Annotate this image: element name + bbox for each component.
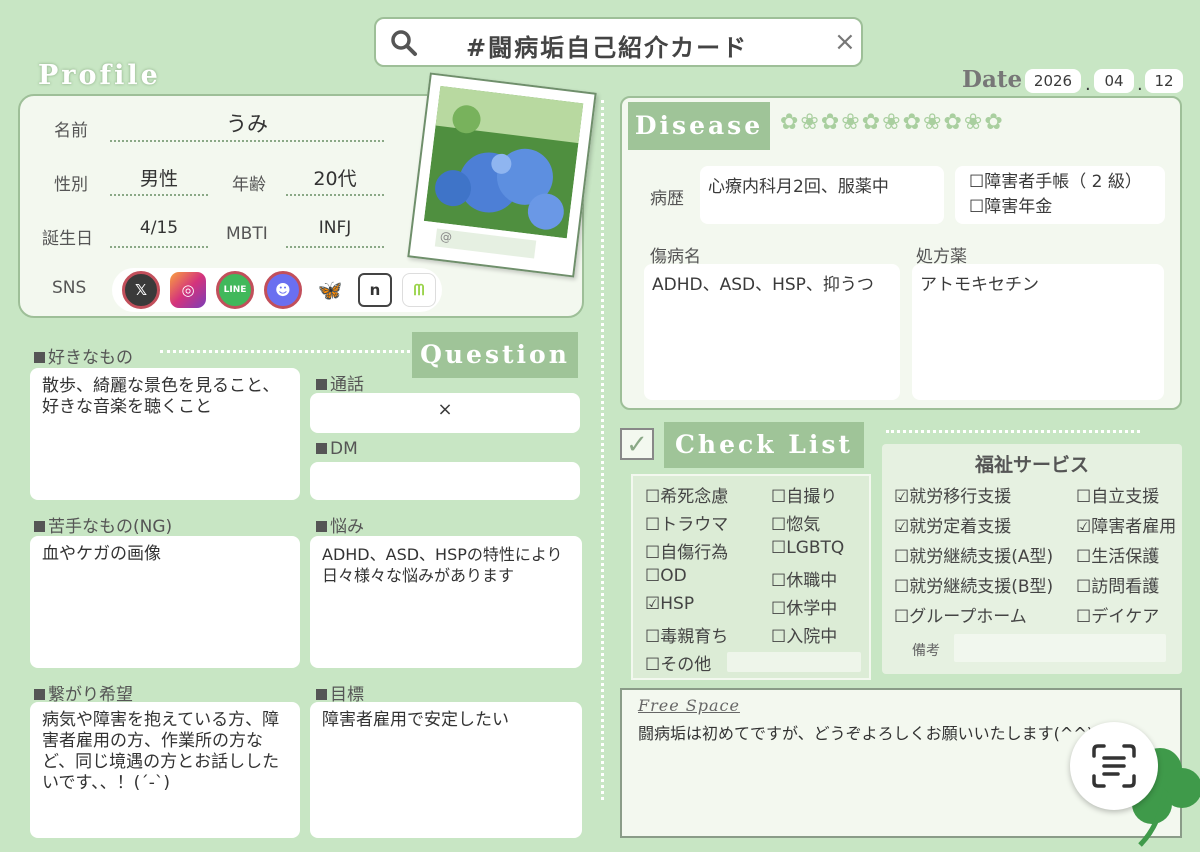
checklist-left: ☐希死念慮 ☐トラウマ ☐自傷行為 ☐OD ☑HSP ☐毒親育ち ☐その他: [645, 482, 728, 678]
history-label: 病歴: [650, 189, 684, 209]
flower-decoration: ✿❀✿❀✿❀✿❀✿❀✿: [780, 110, 1005, 135]
ng-heading: 苦手なもの(NG): [34, 512, 172, 537]
other-input[interactable]: [727, 652, 861, 672]
welfare-item[interactable]: ☐デイケア: [1076, 602, 1176, 632]
disease-card: Disease ✿❀✿❀✿❀✿❀✿❀✿ 病歴 心療内科月2回、服薬中 ☐障害者手…: [620, 96, 1182, 410]
line-icon[interactable]: LINE: [216, 271, 254, 309]
history-box: 心療内科月2回、服薬中: [700, 166, 944, 224]
hydrangea-photo: [423, 85, 584, 239]
worry-box: ADHD、ASD、HSPの特性により日々様々な悩みがあります: [310, 536, 582, 668]
mbti-value: INFJ: [286, 218, 384, 248]
sns-icons: 𝕏 ◎ LINE ☻ 🦋 n ᗰ: [112, 268, 442, 312]
free-space-heading: Free Space: [638, 696, 740, 715]
check-item[interactable]: ☐希死念慮: [645, 482, 728, 510]
photo-handle: @: [434, 228, 537, 259]
birthday-value: 4/15: [110, 218, 208, 248]
profile-heading: Profile: [38, 60, 161, 91]
date-year: 2026: [1025, 69, 1081, 93]
welfare-box: 福祉サービス ☑就労移行支援 ☑就労定着支援 ☐就労継続支援(A型) ☐就労継続…: [882, 444, 1182, 674]
check-item[interactable]: ☐自傷行為: [645, 538, 728, 566]
sns-label: SNS: [52, 278, 87, 298]
note-icon[interactable]: n: [358, 273, 392, 307]
welfare-left: ☑就労移行支援 ☑就労定着支援 ☐就労継続支援(A型) ☐就労継続支援(B型) …: [894, 482, 1053, 632]
discord-icon[interactable]: ☻: [264, 271, 302, 309]
welfare-item[interactable]: ☑就労移行支援: [894, 482, 1053, 512]
notes-input[interactable]: [954, 634, 1166, 662]
disease-heading: Disease: [628, 102, 770, 150]
misskey-icon[interactable]: ᗰ: [402, 273, 436, 307]
search-text: #闘病垢自己紹介カード: [466, 34, 749, 62]
check-item[interactable]: ☐毒親育ち: [645, 622, 728, 650]
age-value: 20代: [286, 164, 384, 196]
check-item[interactable]: ☐LGBTQ: [771, 538, 844, 566]
close-icon[interactable]: ×: [834, 27, 856, 57]
date-day: 12: [1145, 69, 1183, 93]
search-bar[interactable]: #闘病垢自己紹介カード ×: [374, 17, 863, 67]
search-icon: [391, 30, 417, 56]
divider: [886, 430, 1140, 433]
check-item[interactable]: ☑HSP: [645, 594, 728, 622]
check-item[interactable]: ☐その他: [645, 650, 728, 678]
connect-box: 病気や障害を抱えている方、障害者雇用の方、作業所の方など、同じ境遇の方とお話しし…: [30, 702, 300, 838]
checklist-box: ☐希死念慮 ☐トラウマ ☐自傷行為 ☐OD ☑HSP ☐毒親育ち ☐その他 ☐自…: [631, 474, 871, 680]
date-sep: .: [1137, 74, 1143, 95]
check-item[interactable]: ☐入院中: [771, 622, 844, 650]
likes-heading: 好きなもの: [34, 343, 133, 368]
certificate-box: ☐障害者手帳（ 2 級） ☐障害年金: [955, 166, 1165, 224]
gender-value: 男性: [110, 164, 208, 196]
welfare-item[interactable]: ☑就労定着支援: [894, 512, 1053, 542]
checkbox-icon: ✓: [620, 428, 654, 460]
x-icon[interactable]: 𝕏: [122, 271, 160, 309]
likes-box: 散歩、綺麗な景色を見ること、好きな音楽を聴くこと: [30, 368, 300, 500]
birthday-label: 誕生日: [42, 229, 93, 249]
check-item[interactable]: ☐OD: [645, 566, 728, 594]
date-sep: .: [1085, 74, 1091, 95]
checklist-right: ☐自撮り ☐惚気 ☐LGBTQ ☐休職中 ☐休学中 ☐入院中: [771, 482, 844, 650]
pension-check[interactable]: ☐障害年金: [969, 195, 1151, 220]
ng-box: 血やケガの画像: [30, 536, 300, 668]
check-item[interactable]: ☐自撮り: [771, 482, 844, 510]
age-label: 年齢: [232, 175, 266, 195]
dm-box: [310, 462, 580, 500]
welfare-right: ☐自立支援 ☑障害者雇用 ☐生活保護 ☐訪問看護 ☐デイケア: [1076, 482, 1176, 632]
date-month: 04: [1094, 69, 1134, 93]
name-value: うみ: [110, 108, 384, 142]
welfare-item[interactable]: ☐グループホーム: [894, 602, 1053, 632]
check-item[interactable]: ☐惚気: [771, 510, 844, 538]
instagram-icon[interactable]: ◎: [170, 272, 206, 308]
welfare-item[interactable]: ☐生活保護: [1076, 542, 1176, 572]
scan-button[interactable]: [1070, 722, 1158, 810]
goal-box: 障害者雇用で安定したい: [310, 702, 582, 838]
welfare-item[interactable]: ☐自立支援: [1076, 482, 1176, 512]
check-item[interactable]: ☐休学中: [771, 594, 844, 622]
date-label: Date: [962, 66, 1023, 93]
call-box: ×: [310, 393, 580, 433]
diagnosis-box: ADHD、ASD、HSP、抑うつ: [644, 264, 900, 400]
profile-photo-frame: @: [407, 72, 597, 278]
mbti-label: MBTI: [226, 224, 268, 244]
gender-label: 性別: [54, 175, 88, 195]
notes-label: 備考: [912, 643, 940, 659]
check-item[interactable]: ☐休職中: [771, 566, 844, 594]
text-scan-icon: [1092, 744, 1136, 788]
welfare-item[interactable]: ☐訪問看護: [1076, 572, 1176, 602]
medication-box: アトモキセチン: [912, 264, 1164, 400]
check-item[interactable]: ☐トラウマ: [645, 510, 728, 538]
checklist-heading: Check List: [664, 422, 864, 468]
call-heading: 通話: [316, 370, 364, 395]
welfare-item[interactable]: ☐就労継続支援(B型): [894, 572, 1053, 602]
question-heading: Question: [412, 332, 578, 378]
welfare-heading: 福祉サービス: [974, 454, 1089, 476]
worry-heading: 悩み: [316, 512, 364, 537]
name-label: 名前: [54, 121, 88, 141]
bluesky-icon[interactable]: 🦋: [312, 272, 348, 308]
center-divider: [601, 100, 604, 800]
notebook-check[interactable]: ☐障害者手帳（ 2 級）: [969, 170, 1151, 195]
divider: [160, 350, 416, 353]
welfare-item[interactable]: ☐就労継続支援(A型): [894, 542, 1053, 572]
welfare-item[interactable]: ☑障害者雇用: [1076, 512, 1176, 542]
dm-heading: DM: [316, 439, 358, 459]
